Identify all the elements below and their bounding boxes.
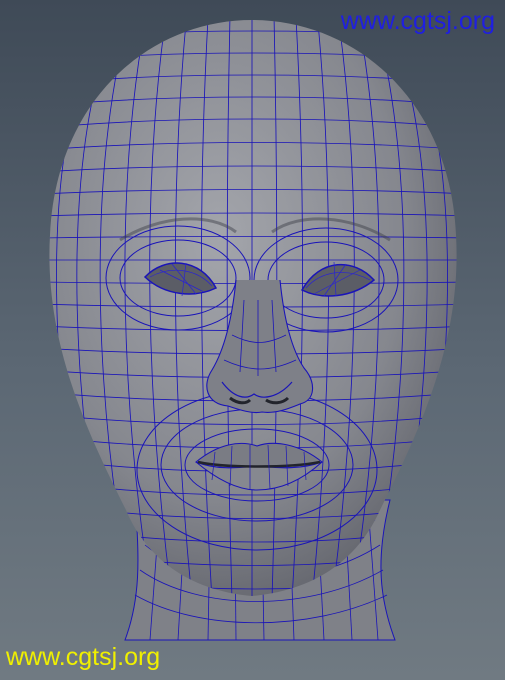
watermark-bottom: www.cgtsj.org: [6, 643, 161, 671]
watermark-top: www.cgtsj.org: [340, 7, 495, 35]
3d-viewport[interactable]: www.cgtsj.org www.cgtsj.org: [0, 0, 505, 680]
head-mesh-icon: [49, 20, 457, 641]
